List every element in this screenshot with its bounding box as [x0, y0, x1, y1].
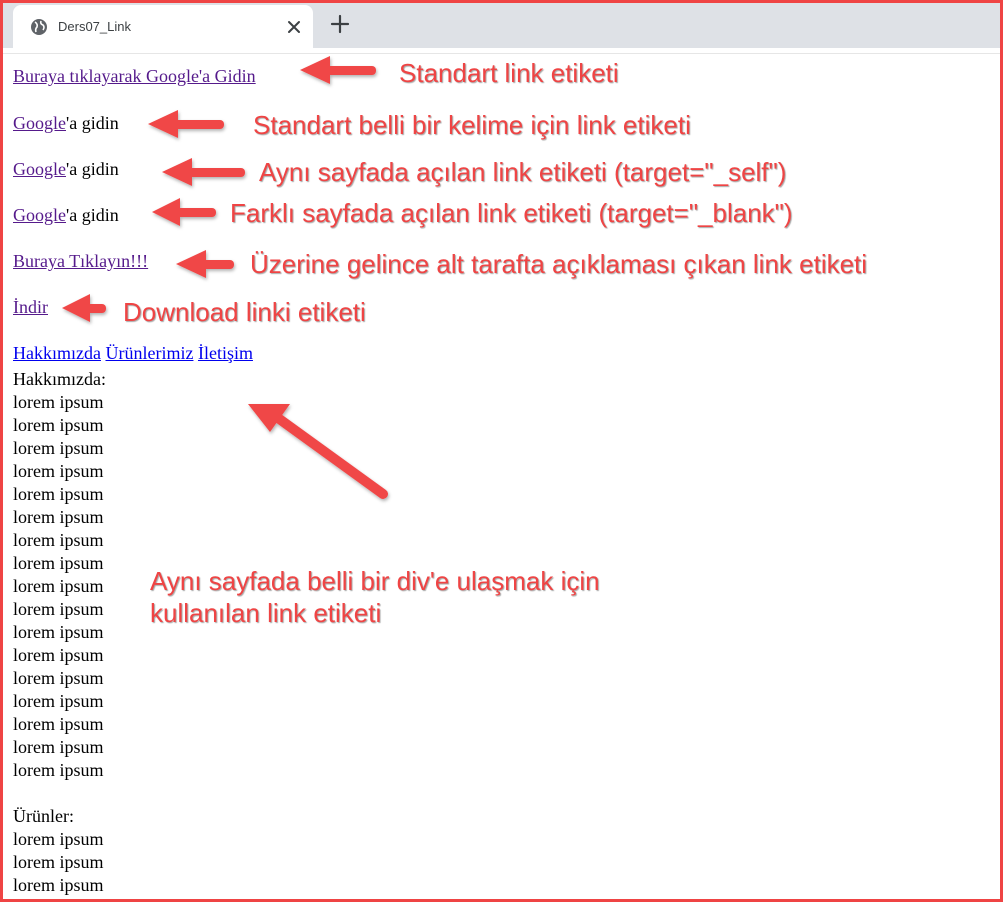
- lorem-line: lorem ipsum: [13, 415, 104, 435]
- row-title-link: Buraya Tıklayın!!!: [13, 250, 148, 273]
- browser-tab[interactable]: Ders07_Link: [13, 5, 313, 48]
- google-blank-link[interactable]: Google: [13, 205, 66, 225]
- lorem-line: lorem ipsum: [13, 737, 104, 757]
- link-suffix: 'a gidin: [66, 205, 119, 225]
- lorem-line: lorem ipsum: [13, 852, 104, 872]
- arrow-5: [176, 250, 234, 278]
- lorem-line: lorem ipsum: [13, 760, 104, 780]
- annotation-title-link: Üzerine gelince alt tarafta açıklaması ç…: [250, 249, 868, 279]
- annotation-anchor-line1: Aynı sayfada belli bir div'e ulaşmak içi…: [150, 566, 600, 596]
- lorem-line: lorem ipsum: [13, 576, 104, 596]
- tab-strip: Ders07_Link: [0, 0, 1003, 48]
- lorem-line: lorem ipsum: [13, 691, 104, 711]
- lorem-line: lorem ipsum: [13, 714, 104, 734]
- nav-products-link[interactable]: Ürünlerimiz: [105, 343, 193, 363]
- arrow-1: [300, 56, 376, 84]
- google-link-full[interactable]: Buraya tıklayarak Google'a Gidin: [13, 66, 256, 86]
- annotation-anchor-line2: kullanılan link etiketi: [150, 598, 382, 628]
- google-self-link[interactable]: Google: [13, 159, 66, 179]
- lorem-line: lorem ipsum: [13, 530, 104, 550]
- lorem-line: lorem ipsum: [13, 461, 104, 481]
- lorem-line: lorem ipsum: [13, 507, 104, 527]
- tab-title: Ders07_Link: [58, 19, 131, 34]
- lorem-line: lorem ipsum: [13, 599, 104, 619]
- arrow-6: [62, 294, 106, 322]
- toolbar-divider: [0, 48, 1003, 54]
- hover-title-link[interactable]: Buraya Tıklayın!!!: [13, 251, 148, 271]
- lorem-line: lorem ipsum: [13, 622, 104, 642]
- anchor-nav: Hakkımızda Ürünlerimiz İletişim: [13, 342, 253, 365]
- link-suffix: 'a gidin: [66, 159, 119, 179]
- annotation-download-link: Download linki etiketi: [123, 297, 366, 327]
- google-word-link[interactable]: Google: [13, 113, 66, 133]
- globe-icon: [31, 19, 47, 35]
- annotation-self-link: Aynı sayfada açılan link etiketi (target…: [259, 157, 787, 187]
- nav-about-link[interactable]: Hakkımızda: [13, 343, 101, 363]
- lorem-line: lorem ipsum: [13, 875, 104, 895]
- link-suffix: 'a gidin: [66, 113, 119, 133]
- products-heading: Ürünler:: [13, 806, 74, 826]
- arrow-3: [162, 158, 245, 186]
- lorem-line: lorem ipsum: [13, 438, 104, 458]
- about-section: Hakkımızda: lorem ipsum lorem ipsum lore…: [13, 368, 106, 902]
- lorem-line: lorem ipsum: [13, 829, 104, 849]
- arrow-2: [148, 110, 224, 138]
- row-standard-link: Buraya tıklayarak Google'a Gidin: [13, 65, 256, 88]
- annotation-word-link: Standart belli bir kelime için link etik…: [253, 110, 691, 140]
- about-heading: Hakkımızda:: [13, 369, 106, 389]
- lorem-line: lorem ipsum: [13, 897, 106, 902]
- lorem-line: lorem ipsum: [13, 553, 104, 573]
- lorem-line: lorem ipsum: [13, 668, 104, 688]
- row-download-link: İndir: [13, 296, 48, 319]
- download-link[interactable]: İndir: [13, 297, 48, 317]
- lorem-line: lorem ipsum: [13, 392, 104, 412]
- row-self-link: Google'a gidin: [13, 158, 119, 181]
- arrow-4: [152, 198, 216, 226]
- arrow-7: [248, 404, 388, 499]
- lorem-line: lorem ipsum: [13, 484, 104, 504]
- annotation-blank-link: Farklı sayfada açılan link etiketi (targ…: [230, 198, 793, 228]
- nav-contact-link[interactable]: İletişim: [198, 343, 253, 363]
- annotation-standard-link: Standart link etiketi: [399, 58, 619, 88]
- new-tab-plus-icon[interactable]: [329, 13, 351, 35]
- lorem-line: lorem ipsum: [13, 645, 104, 665]
- close-icon[interactable]: [283, 16, 305, 38]
- row-word-link: Google'a gidin: [13, 112, 119, 135]
- row-blank-link: Google'a gidin: [13, 204, 119, 227]
